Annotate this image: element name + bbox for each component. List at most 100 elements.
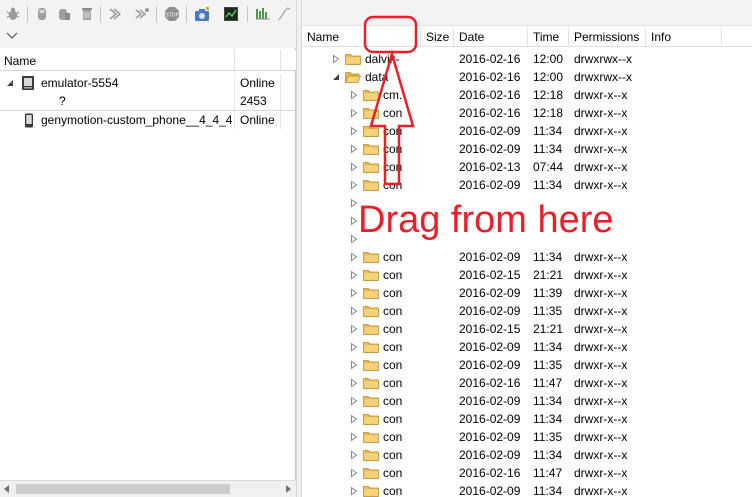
cause-gc-icon[interactable]	[78, 5, 96, 23]
collapsed-triangle-icon[interactable]	[350, 253, 358, 261]
file-permissions: drwxr-x--x	[574, 250, 628, 264]
column-header-name[interactable]: Name	[302, 27, 421, 47]
file-permissions: drwxr-x--x	[574, 88, 628, 102]
file-row[interactable]: con 2016-02-09 11:34 drwxr-x--x	[302, 446, 752, 464]
column-header-date[interactable]: Date	[454, 27, 528, 47]
file-date: 2016-02-09	[459, 358, 521, 372]
file-row[interactable]: con 2016-02-15 21:21 drwxr-x--x	[302, 320, 752, 338]
file-table-header: Name Size Date Time Permissions Info	[302, 27, 752, 47]
scroll-right-arrow-icon[interactable]	[284, 485, 292, 493]
file-name: con	[383, 268, 403, 282]
file-row[interactable]: con 2016-02-09 11:35 drwxr-x--x	[302, 428, 752, 446]
file-row[interactable]: con 2016-02-09 11:34 drwxr-x--x	[302, 392, 752, 410]
collapsed-triangle-icon[interactable]	[350, 289, 358, 297]
view-menu-chevron-icon[interactable]	[6, 30, 18, 40]
collapsed-triangle-icon[interactable]	[350, 343, 358, 351]
file-name: con	[383, 466, 403, 480]
collapsed-triangle-icon[interactable]	[350, 145, 358, 153]
file-row[interactable]: con 2016-02-09 11:34 drwxr-x--x	[302, 410, 752, 428]
file-row[interactable]: con 2016-02-09 11:34 drwxr-x--x	[302, 140, 752, 158]
file-date: 2016-02-09	[459, 412, 521, 426]
device-name: genymotion-custom_phone__4_4_4	[41, 113, 233, 127]
collapsed-triangle-icon[interactable]	[350, 307, 358, 315]
devices-horizontal-scrollbar[interactable]	[0, 480, 296, 497]
file-explorer-toolbar	[302, 0, 752, 26]
systrace-icon[interactable]	[222, 5, 240, 23]
file-row[interactable]: con 2016-02-09 11:39 drwxr-x--x	[302, 284, 752, 302]
collapsed-triangle-icon[interactable]	[350, 109, 358, 117]
file-permissions: drwxr-x--x	[574, 394, 628, 408]
file-row[interactable]: con 2016-02-09 11:34 drwxr-x--x	[302, 338, 752, 356]
file-row[interactable]: con 2016-02-15 21:21 drwxr-x--x	[302, 266, 752, 284]
file-row[interactable]: con 2016-02-16 11:47 drwxr-x--x	[302, 374, 752, 392]
collapsed-triangle-icon[interactable]	[350, 397, 358, 405]
collapsed-triangle-icon[interactable]	[350, 235, 358, 243]
file-row[interactable]: con 2016-02-13 07:44 drwxr-x--x	[302, 158, 752, 176]
devices-toolbar: STOP	[0, 0, 296, 48]
collapsed-triangle-icon[interactable]	[350, 91, 358, 99]
file-time: 12:00	[533, 52, 564, 66]
collapsed-triangle-icon[interactable]	[350, 163, 358, 171]
file-row[interactable]: con 2016-02-09 11:34 drwxr-x--x	[302, 122, 752, 140]
file-date: 2016-02-13	[459, 160, 521, 174]
column-header-name[interactable]: Name	[4, 54, 36, 68]
collapsed-triangle-icon[interactable]	[350, 181, 358, 189]
hierarchy-view-icon[interactable]	[276, 5, 294, 23]
collapsed-triangle-icon[interactable]	[350, 199, 358, 207]
file-permissions: drwxr-x--x	[574, 142, 628, 156]
file-row[interactable]: dalvik- 2016-02-16 12:00 drwxrwx--x	[302, 50, 752, 68]
scrollbar-thumb[interactable]	[16, 484, 230, 494]
file-row[interactable]: con 2016-02-16 11:47 drwxr-x--x	[302, 464, 752, 482]
device-row-emulator[interactable]: emulator-5554 Online	[0, 74, 296, 92]
column-header-info[interactable]: Info	[646, 27, 722, 47]
file-row[interactable]: con 2016-02-09 11:35 drwxr-x--x	[302, 356, 752, 374]
file-time: 11:34	[533, 178, 563, 192]
update-heap-icon[interactable]	[33, 5, 51, 23]
folder-icon	[363, 414, 379, 425]
file-row[interactable]: con 2016-02-09 11:34 drwxr-x--x	[302, 176, 752, 194]
file-row[interactable]: con 2016-02-09 11:34 drwxr-x--x	[302, 482, 752, 497]
collapsed-triangle-icon[interactable]	[350, 217, 358, 225]
file-row[interactable]: data 2016-02-16 12:00 drwxrwx--x	[302, 68, 752, 86]
column-header-time[interactable]: Time	[528, 27, 569, 47]
device-status: Online	[234, 111, 280, 129]
screen-capture-icon[interactable]	[193, 5, 211, 23]
collapsed-triangle-icon[interactable]	[350, 271, 358, 279]
file-row[interactable]: con 2016-02-16 12:18 drwxr-x--x	[302, 104, 752, 122]
file-name: con	[383, 106, 403, 120]
start-method-profiling-icon[interactable]	[133, 5, 151, 23]
collapsed-triangle-icon[interactable]	[350, 451, 358, 459]
collapsed-triangle-icon[interactable]	[350, 379, 358, 387]
file-row[interactable]: con 2016-02-09 11:34 drwxr-x--x	[302, 248, 752, 266]
expanded-triangle-icon[interactable]	[6, 79, 14, 87]
process-name: ?	[59, 94, 66, 108]
collapsed-triangle-icon[interactable]	[350, 127, 358, 135]
folder-icon	[363, 306, 379, 317]
collapsed-triangle-icon[interactable]	[350, 469, 358, 477]
file-permissions: drwxr-x--x	[574, 178, 628, 192]
collapsed-triangle-icon[interactable]	[350, 433, 358, 441]
folder-icon	[363, 486, 379, 497]
file-row[interactable]: con 2016-02-09 11:35 drwxr-x--x	[302, 302, 752, 320]
device-row-genymotion[interactable]: genymotion-custom_phone__4_4_4 Online	[0, 110, 296, 129]
device-name: emulator-5554	[41, 76, 119, 90]
expanded-triangle-icon[interactable]	[332, 73, 340, 81]
collapsed-triangle-icon[interactable]	[332, 55, 340, 63]
dump-hprof-icon[interactable]	[55, 5, 73, 23]
process-row[interactable]: ? 2453	[0, 92, 296, 110]
collapsed-triangle-icon[interactable]	[350, 325, 358, 333]
column-header-permissions[interactable]: Permissions	[569, 27, 646, 47]
update-threads-icon[interactable]	[107, 5, 125, 23]
file-name: con	[383, 484, 403, 497]
stop-process-icon[interactable]: STOP	[163, 5, 181, 23]
file-row[interactable]: cm. 2016-02-16 12:18 drwxr-x--x	[302, 86, 752, 104]
scroll-left-arrow-icon[interactable]	[3, 485, 11, 493]
collapsed-triangle-icon[interactable]	[350, 361, 358, 369]
file-permissions: drwxr-x--x	[574, 430, 628, 444]
debug-bug-icon[interactable]	[4, 5, 22, 23]
column-header-size[interactable]: Size	[421, 27, 454, 47]
file-permissions: drwxr-x--x	[574, 466, 628, 480]
collapsed-triangle-icon[interactable]	[350, 487, 358, 495]
opengl-trace-icon[interactable]	[254, 5, 272, 23]
collapsed-triangle-icon[interactable]	[350, 415, 358, 423]
